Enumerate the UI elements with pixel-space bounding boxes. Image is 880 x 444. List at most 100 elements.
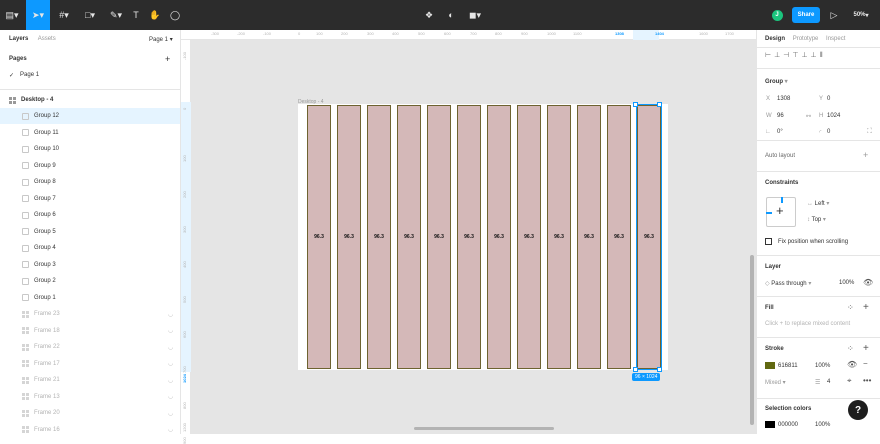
hidden-eye-icon[interactable]: ◡ — [168, 377, 173, 384]
desktop-frame[interactable]: 96.3 96.3 96.3 96.3 96.3 96.3 96.3 96.3 96.3 96.3… — [298, 104, 668, 370]
layer-group[interactable]: Group 6 — [0, 207, 180, 223]
layer-hidden-frame[interactable]: Frame 20 ◡ — [0, 405, 180, 421]
hidden-eye-icon[interactable]: ◡ — [168, 410, 173, 417]
components-icon[interactable]: ❖ — [420, 0, 438, 30]
w-input[interactable]: 96 — [777, 113, 784, 119]
column-group[interactable]: 96.3 — [397, 105, 421, 369]
column-group[interactable]: 96.3 — [367, 105, 391, 369]
column-group[interactable]: 96.3 — [636, 104, 662, 370]
column-group[interactable]: 96.3 — [307, 105, 331, 369]
column-group[interactable]: 96.3 — [607, 105, 631, 369]
stroke-sides-icon[interactable]: ⌖ — [847, 376, 852, 386]
eye-icon[interactable]: 👁 — [863, 278, 873, 287]
constraint-widget[interactable]: + — [766, 197, 796, 227]
add-auto-layout-button[interactable]: + — [863, 150, 868, 160]
frame-tool-icon[interactable]: #▾ — [52, 0, 76, 30]
comment-tool-icon[interactable]: ◯ — [166, 0, 184, 30]
independent-corners-icon[interactable]: ⛶ — [867, 128, 872, 136]
align-center-v-icon[interactable]: ⊥ — [801, 52, 810, 59]
styles-icon[interactable]: ⁘ — [847, 303, 854, 312]
layer-group[interactable]: Group 12 — [0, 108, 180, 124]
layer-frame[interactable]: Desktop - 4 — [0, 92, 180, 108]
layer-group[interactable]: Group 4 — [0, 240, 180, 256]
layer-group[interactable]: Group 9 — [0, 158, 180, 174]
layer-hidden-frame[interactable]: Frame 13 ◡ — [0, 389, 180, 405]
contrast-icon[interactable]: ◐ — [442, 0, 460, 30]
zoom-dropdown[interactable]: 50% ▾ — [848, 0, 874, 30]
present-icon[interactable]: ▷ — [826, 0, 842, 30]
layer-hidden-frame[interactable]: Frame 22 ◡ — [0, 339, 180, 355]
layer-group[interactable]: Group 7 — [0, 191, 180, 207]
page-item[interactable]: ✓ Page 1 — [0, 67, 180, 83]
tab-prototype[interactable]: Prototype — [793, 36, 819, 42]
layer-hidden-frame[interactable]: Frame 18 ◡ — [0, 323, 180, 339]
tab-layers[interactable]: Layers — [9, 36, 28, 42]
share-button[interactable]: Share — [792, 7, 820, 23]
stroke-align-dropdown[interactable]: Mixed ▾ — [765, 379, 786, 386]
shape-tool-icon[interactable]: □▾ — [78, 0, 102, 30]
layer-hidden-frame[interactable]: Frame 16 ◡ — [0, 422, 180, 435]
pen-tool-icon[interactable]: ✎▾ — [104, 0, 128, 30]
boolean-icon[interactable]: ◼▾ — [464, 0, 486, 30]
corner-radius-input[interactable]: 0 — [827, 129, 830, 135]
constrain-proportions-icon[interactable]: ⚯ — [806, 113, 811, 120]
tab-inspect[interactable]: Inspect — [826, 36, 845, 42]
group-title[interactable]: Group ▾ — [765, 78, 788, 85]
selection-color-swatch[interactable] — [765, 421, 775, 428]
hand-tool-icon[interactable]: ✋ — [146, 0, 164, 30]
constraint-vertical[interactable]: ↕ Top ▾ — [807, 216, 826, 223]
remove-stroke-button[interactable]: − — [863, 359, 868, 368]
layer-group[interactable]: Group 8 — [0, 174, 180, 190]
canvas[interactable]: Desktop - 4 96.3 96.3 96.3 96.3 96.3 96.3 96.3… — [191, 40, 756, 434]
styles-icon[interactable]: ⁘ — [847, 344, 854, 353]
constraint-horizontal[interactable]: ↔ Left ▾ — [807, 200, 829, 207]
resize-handle-bl[interactable] — [633, 367, 638, 372]
align-right-icon[interactable]: ⊣ — [783, 52, 792, 59]
hidden-eye-icon[interactable]: ◡ — [168, 360, 173, 367]
layer-group[interactable]: Group 3 — [0, 257, 180, 273]
page-selector[interactable]: Page 1 ▾ — [149, 36, 173, 43]
column-group[interactable]: 96.3 — [457, 105, 481, 369]
stroke-hex-input[interactable]: 616811 — [778, 363, 798, 369]
stroke-weight-input[interactable]: 4 — [827, 379, 830, 385]
blend-mode-dropdown[interactable]: ◇ Pass through ▾ — [765, 280, 811, 287]
move-tool-icon[interactable]: ➤▾ — [26, 0, 50, 30]
scrollbar-vertical[interactable] — [750, 255, 754, 425]
align-center-h-icon[interactable]: ⊥ — [774, 52, 783, 59]
add-stroke-button[interactable]: + — [863, 343, 869, 354]
hidden-eye-icon[interactable]: ◡ — [168, 393, 173, 400]
hidden-eye-icon[interactable]: ◡ — [168, 426, 173, 433]
eye-icon[interactable]: 👁 — [847, 360, 857, 369]
hidden-eye-icon[interactable]: ◡ — [168, 311, 173, 318]
resize-handle-tr[interactable] — [657, 102, 662, 107]
text-tool-icon[interactable]: T — [128, 0, 144, 30]
layer-hidden-frame[interactable]: Frame 23 ◡ — [0, 306, 180, 322]
selection-color-hex[interactable]: 000000 — [778, 422, 798, 428]
rotation-input[interactable]: 0° — [777, 129, 783, 135]
h-input[interactable]: 1024 — [827, 113, 840, 119]
add-fill-button[interactable]: + — [863, 302, 869, 313]
hidden-eye-icon[interactable]: ◡ — [168, 344, 173, 351]
scrollbar-horizontal[interactable] — [414, 427, 554, 430]
layer-hidden-frame[interactable]: Frame 21 ◡ — [0, 372, 180, 388]
stroke-swatch[interactable] — [765, 362, 775, 369]
column-group[interactable]: 96.3 — [577, 105, 601, 369]
x-input[interactable]: 1308 — [777, 96, 790, 102]
hidden-eye-icon[interactable]: ◡ — [168, 327, 173, 334]
layer-group[interactable]: Group 10 — [0, 141, 180, 157]
tab-assets[interactable]: Assets — [38, 36, 56, 42]
layer-group[interactable]: Group 5 — [0, 224, 180, 240]
layer-group[interactable]: Group 11 — [0, 125, 180, 141]
add-page-button[interactable]: + — [165, 54, 170, 64]
align-left-icon[interactable]: ⊢ — [765, 52, 774, 59]
column-group[interactable]: 96.3 — [487, 105, 511, 369]
help-button[interactable]: ? — [848, 400, 868, 420]
stroke-opacity-input[interactable]: 100% — [815, 363, 830, 369]
main-menu-icon[interactable]: ▤▾ — [0, 0, 24, 30]
distribute-icon[interactable]: ⫴ — [820, 52, 826, 59]
more-options-icon[interactable]: ••• — [863, 376, 871, 385]
column-group[interactable]: 96.3 — [337, 105, 361, 369]
fix-position-checkbox[interactable] — [765, 238, 772, 245]
align-bottom-icon[interactable]: ⊥ — [811, 52, 820, 59]
layer-group[interactable]: Group 2 — [0, 273, 180, 289]
